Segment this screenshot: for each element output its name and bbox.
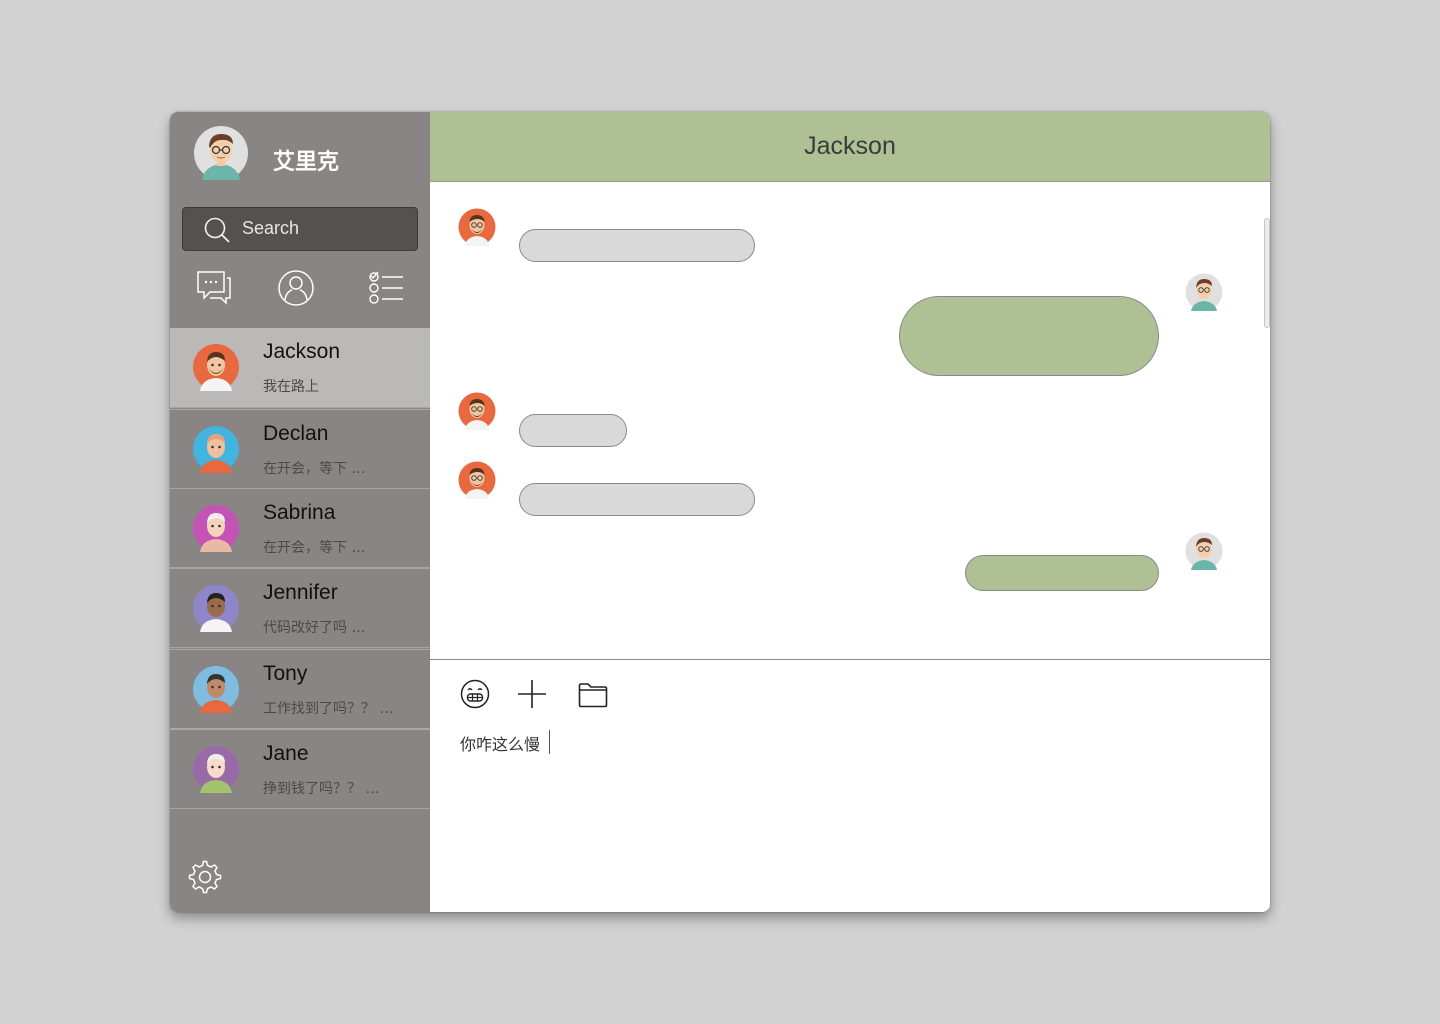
- chat-window: 艾里克 Search Jackson 我在路上 Declan 在开会，等下 … …: [170, 112, 1270, 912]
- contact-name: Jackson: [263, 340, 341, 363]
- contact-name: Tony: [263, 662, 308, 685]
- message-input[interactable]: 你咋这么慢: [460, 731, 540, 755]
- person-icon[interactable]: [278, 268, 314, 308]
- scrollbar[interactable]: [1264, 218, 1270, 328]
- contact-item-jane[interactable]: Jane 挣到钱了吗？？ …: [170, 729, 430, 809]
- search-box[interactable]: Search: [182, 207, 418, 251]
- my-avatar-icon: [1185, 273, 1223, 311]
- chat-title: Jackson: [804, 132, 896, 160]
- contact-preview: 挣到钱了吗？？ …: [263, 781, 380, 797]
- contact-avatar-icon: [192, 343, 240, 391]
- contact-item-jennifer[interactable]: Jennifer 代码改好了吗 …: [170, 568, 430, 648]
- contact-avatar-icon: [192, 425, 240, 473]
- contact-item-jackson[interactable]: Jackson 我在路上: [170, 328, 430, 408]
- user-avatar-glasses-icon[interactable]: [194, 126, 248, 180]
- contact-name: Declan: [263, 422, 329, 445]
- composer: 你咋这么慢: [430, 659, 1270, 912]
- outgoing-message-bubble[interactable]: [899, 296, 1159, 376]
- contact-avatar-icon: [192, 584, 240, 632]
- chat-bubbles-icon[interactable]: [196, 268, 232, 308]
- text-caret: [549, 730, 550, 754]
- plus-icon[interactable]: [516, 678, 548, 710]
- contact-preview: 在开会，等下 …: [263, 461, 366, 477]
- incoming-message-bubble[interactable]: [519, 483, 755, 516]
- contact-item-tony[interactable]: Tony 工作找到了吗？？ …: [170, 649, 430, 729]
- incoming-message-bubble[interactable]: [519, 229, 755, 262]
- my-avatar-icon: [1185, 532, 1223, 570]
- contact-avatar-icon: [192, 665, 240, 713]
- emoji-icon[interactable]: [459, 678, 491, 710]
- search-input[interactable]: Search: [242, 218, 299, 239]
- contact-item-sabrina[interactable]: Sabrina 在开会，等下 …: [170, 488, 430, 568]
- contact-name: Jennifer: [263, 581, 338, 604]
- incoming-message-bubble[interactable]: [519, 414, 627, 447]
- folder-icon[interactable]: [577, 678, 609, 710]
- contact-preview: 工作找到了吗？？ …: [263, 701, 394, 717]
- gear-icon[interactable]: [188, 860, 222, 894]
- contact-name: Jane: [263, 742, 309, 765]
- contact-avatar-icon: [458, 208, 496, 246]
- user-name: 艾里克: [273, 150, 340, 175]
- search-icon: [204, 217, 230, 243]
- outgoing-message-bubble[interactable]: [965, 555, 1159, 591]
- contact-avatar-icon: [192, 504, 240, 552]
- contact-avatar-icon: [458, 392, 496, 430]
- sidebar: 艾里克 Search Jackson 我在路上 Declan 在开会，等下 … …: [170, 112, 430, 912]
- chat-header: Jackson: [430, 112, 1270, 182]
- message-area[interactable]: [430, 182, 1270, 660]
- contact-preview: 代码改好了吗 …: [263, 620, 366, 636]
- contact-avatar-icon: [192, 745, 240, 793]
- contact-avatar-icon: [458, 461, 496, 499]
- contact-name: Sabrina: [263, 501, 336, 524]
- contact-preview: 我在路上: [263, 379, 319, 395]
- contact-item-declan[interactable]: Declan 在开会，等下 …: [170, 409, 430, 489]
- checklist-icon[interactable]: [368, 268, 404, 308]
- contact-preview: 在开会，等下 …: [263, 540, 366, 556]
